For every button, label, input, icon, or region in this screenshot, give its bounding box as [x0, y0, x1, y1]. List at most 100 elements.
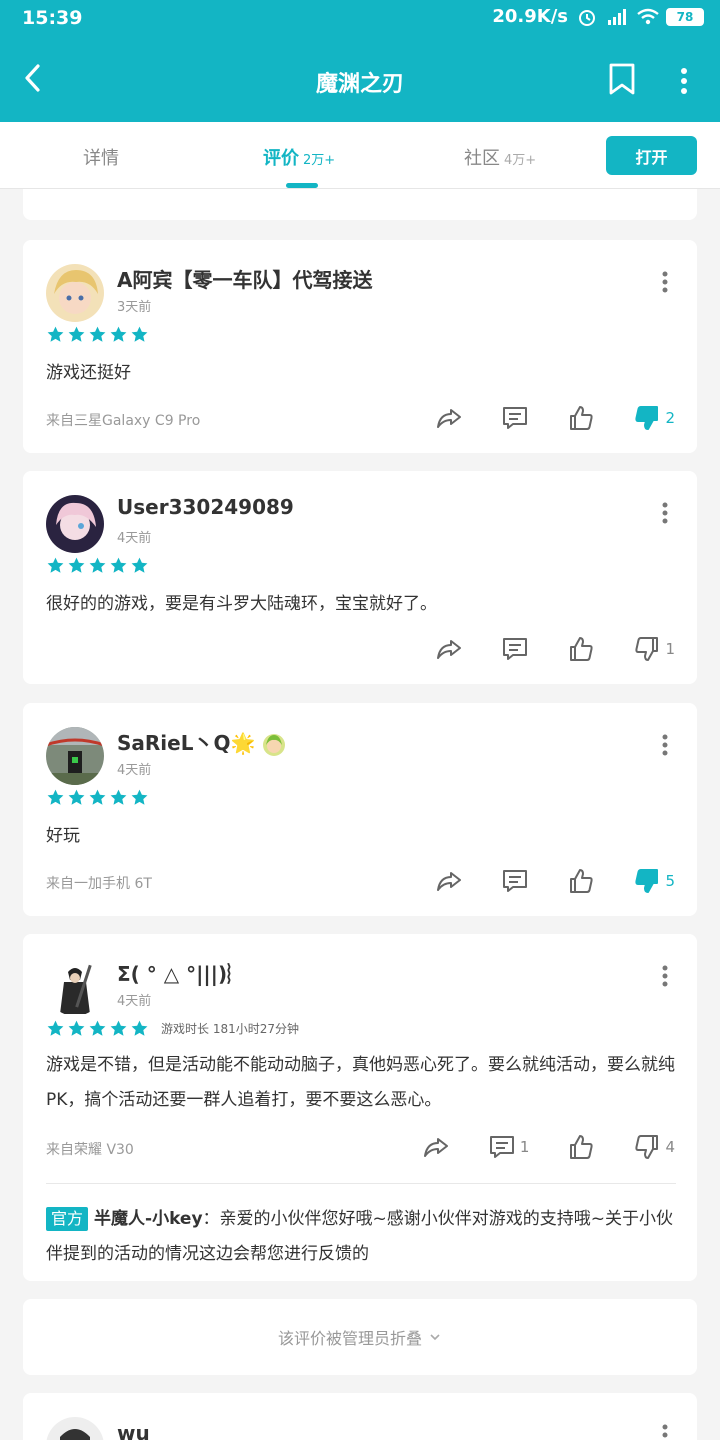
- dislike-count: 2: [665, 409, 675, 427]
- card-more-icon[interactable]: [661, 964, 669, 988]
- username-text: SaRieL丶Q🌟: [117, 731, 256, 755]
- star-icon: [68, 326, 85, 342]
- rating-stars: 游戏时长 181小时27分钟: [46, 1019, 299, 1038]
- star-icon: [47, 326, 64, 342]
- card-more-icon[interactable]: [661, 270, 669, 294]
- chevron-down-icon: [430, 1334, 440, 1341]
- active-tab-indicator: [286, 183, 318, 188]
- star-icon: [131, 557, 148, 573]
- tab-reviews-count: 2万+: [303, 153, 336, 168]
- like-button[interactable]: [567, 867, 595, 895]
- review-actions: 5: [397, 867, 675, 895]
- dislike-button[interactable]: 4: [633, 1133, 675, 1161]
- play-time: 游戏时长 181小时27分钟: [161, 1022, 299, 1036]
- like-button[interactable]: [567, 404, 595, 432]
- device-label: 来自三星Galaxy C9 Pro: [46, 413, 201, 429]
- review-date: 4天前: [117, 531, 152, 546]
- share-icon: [423, 1138, 448, 1157]
- star-icon: [89, 557, 106, 573]
- tab-community-count: 4万+: [504, 153, 537, 168]
- folded-text: 该评价被管理员折叠: [277, 1329, 422, 1348]
- share-button[interactable]: [422, 1133, 450, 1161]
- tab-community[interactable]: 社区 4万+: [464, 144, 536, 170]
- card-more-icon[interactable]: [661, 1423, 669, 1440]
- username[interactable]: SaRieL丶Q🌟: [117, 727, 286, 757]
- comment-icon: [489, 1136, 514, 1158]
- tab-bar: 详情 评价 2万+ 社区 4万+ 打开: [0, 122, 720, 189]
- status-time: 15:39: [22, 7, 83, 29]
- tab-reviews[interactable]: 评价 2万+: [263, 144, 335, 170]
- rating-stars: [46, 325, 149, 344]
- star-icon: [110, 1020, 127, 1036]
- review-card: User330249089 4天前 很好的的游戏，要是有斗罗大陆魂环，宝宝就好了…: [23, 471, 697, 684]
- open-app-button[interactable]: 打开: [606, 136, 697, 175]
- dislike-count: 4: [665, 1138, 675, 1156]
- like-button[interactable]: [567, 1133, 595, 1161]
- comment-icon: [503, 870, 528, 892]
- star-icon: [47, 557, 64, 573]
- star-icon: [68, 789, 85, 805]
- star-icon: [89, 326, 106, 342]
- comment-button[interactable]: [501, 635, 529, 663]
- review-text: 很好的的游戏，要是有斗罗大陆魂环，宝宝就好了。: [46, 594, 437, 614]
- comment-icon: [503, 407, 528, 429]
- star-icon: [131, 1020, 148, 1036]
- username[interactable]: User330249089: [117, 495, 294, 519]
- username[interactable]: A阿宾【零一车队】代驾接送: [117, 264, 372, 293]
- folded-review[interactable]: 该评价被管理员折叠: [23, 1299, 697, 1375]
- device-label: 来自一加手机 6T: [46, 876, 152, 892]
- tab-reviews-label: 评价: [263, 148, 299, 169]
- share-button[interactable]: [435, 404, 463, 432]
- thumbs-up-icon: [570, 406, 594, 430]
- app-header: 魔渊之刃: [0, 38, 720, 122]
- avatar[interactable]: [46, 264, 104, 322]
- star-icon: [47, 789, 64, 805]
- device-label: 来自荣耀 V30: [46, 1142, 134, 1158]
- username[interactable]: Σ( ° △ °|||)︴: [117, 958, 247, 987]
- share-icon: [437, 640, 462, 659]
- review-date: 3天前: [117, 300, 152, 315]
- alarm-icon: [576, 7, 598, 27]
- battery-icon: 78: [666, 7, 704, 26]
- user-badge-icon: [262, 733, 286, 757]
- official-author[interactable]: 半魔人-小key: [94, 1209, 203, 1229]
- bookmark-icon[interactable]: [608, 62, 636, 96]
- card-more-icon[interactable]: [661, 733, 669, 757]
- avatar[interactable]: [46, 1417, 104, 1440]
- thumbs-down-icon: [635, 637, 659, 661]
- comment-button[interactable]: [501, 867, 529, 895]
- card-more-icon[interactable]: [661, 501, 669, 525]
- review-date: 4天前: [117, 763, 152, 778]
- review-actions: 1: [397, 635, 675, 663]
- thumbs-down-icon: [635, 1135, 659, 1159]
- star-icon: [68, 1020, 85, 1036]
- like-button[interactable]: [567, 635, 595, 663]
- dislike-button[interactable]: 1: [633, 635, 675, 663]
- star-icon: [110, 326, 127, 342]
- star-icon: [110, 789, 127, 805]
- comment-button[interactable]: 1: [488, 1133, 529, 1161]
- tab-community-label: 社区: [464, 148, 500, 169]
- avatar[interactable]: [46, 727, 104, 785]
- review-actions: 1 4: [384, 1133, 675, 1161]
- thumbs-down-icon: [635, 869, 659, 893]
- dislike-button[interactable]: 2: [633, 404, 675, 432]
- avatar[interactable]: [46, 958, 104, 1016]
- comment-button[interactable]: [501, 404, 529, 432]
- thumbs-up-icon: [570, 869, 594, 893]
- share-icon: [437, 872, 462, 891]
- share-button[interactable]: [435, 635, 463, 663]
- wifi-icon: [636, 7, 659, 27]
- avatar[interactable]: [46, 495, 104, 553]
- dislike-count: 1: [665, 640, 675, 658]
- share-icon: [437, 409, 462, 428]
- more-menu-icon[interactable]: [678, 66, 690, 96]
- official-reply: 官方 半魔人-小key：亲爱的小伙伴您好哦~感谢小伙伴对游戏的支持哦~关于小伙伴提…: [46, 1202, 676, 1272]
- share-button[interactable]: [435, 867, 463, 895]
- status-right: 20.9K/s 78: [492, 6, 704, 27]
- tab-details[interactable]: 详情: [83, 144, 119, 170]
- username[interactable]: wu: [117, 1421, 150, 1440]
- dislike-button[interactable]: 5: [633, 867, 675, 895]
- review-card-partial: wu: [23, 1393, 697, 1440]
- rating-stars: [46, 788, 149, 807]
